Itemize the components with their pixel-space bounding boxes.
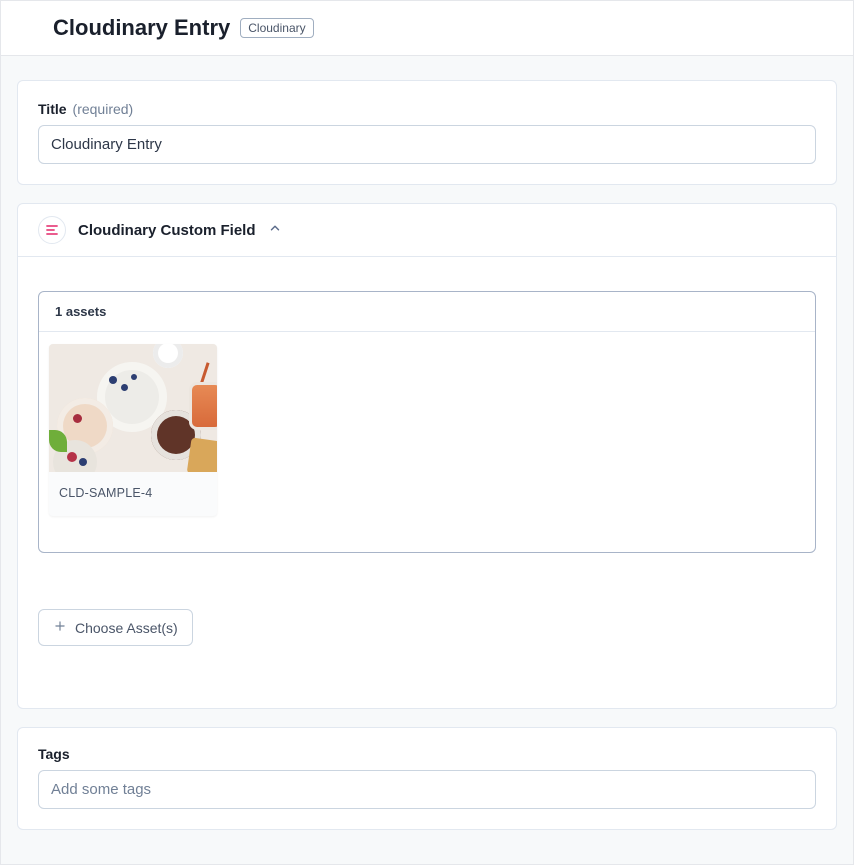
chevron-up-icon [268, 221, 282, 240]
asset-card[interactable]: CLD-SAMPLE-4 [49, 344, 217, 516]
choose-assets-label: Choose Asset(s) [75, 620, 178, 636]
page-header: Cloudinary Entry Cloudinary [1, 1, 853, 56]
title-label: Title [38, 101, 67, 117]
asset-thumbnail [49, 344, 217, 472]
assets-count: 1 assets [39, 292, 815, 332]
page-title: Cloudinary Entry [53, 15, 230, 41]
title-input[interactable] [38, 125, 816, 164]
cloudinary-field-card: Cloudinary Custom Field 1 assets [17, 203, 837, 709]
tags-label: Tags [38, 746, 70, 762]
assets-panel: 1 assets [38, 291, 816, 553]
title-field-card: Title (required) [17, 80, 837, 185]
section-header-toggle[interactable]: Cloudinary Custom Field [18, 204, 836, 257]
tags-input[interactable] [38, 770, 816, 809]
plus-icon [53, 619, 67, 636]
content-type-badge: Cloudinary [240, 18, 313, 38]
asset-name: CLD-SAMPLE-4 [49, 472, 217, 516]
choose-assets-button[interactable]: Choose Asset(s) [38, 609, 193, 646]
tags-field-card: Tags [17, 727, 837, 830]
cloudinary-brand-icon [38, 216, 66, 244]
section-title: Cloudinary Custom Field [78, 222, 256, 239]
title-required-text: (required) [73, 101, 134, 117]
